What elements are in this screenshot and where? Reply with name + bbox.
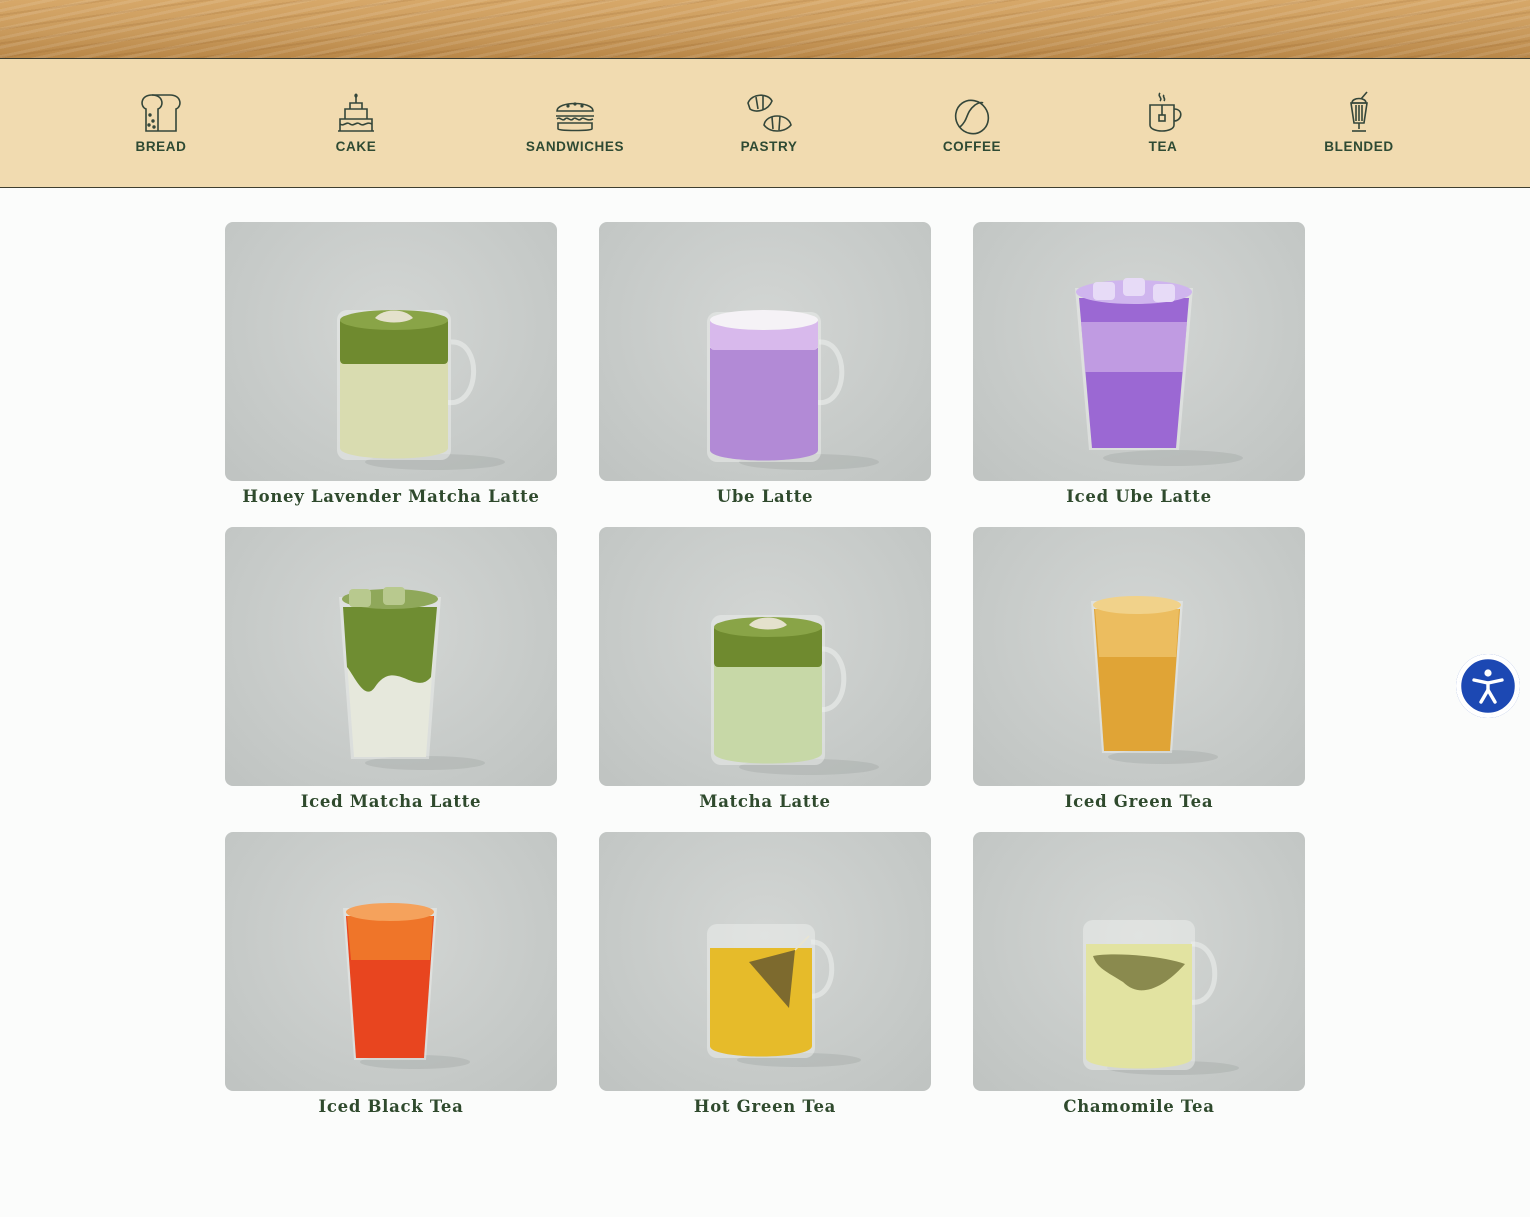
product-name: Iced Ube Latte <box>1066 487 1212 506</box>
product-name: Hot Green Tea <box>693 1097 837 1116</box>
product-card[interactable]: Hot Green Tea <box>599 832 931 1132</box>
product-name: Honey Lavender Matcha Latte <box>242 487 540 506</box>
product-name: Matcha Latte <box>699 792 831 811</box>
tea-cup-icon <box>1138 91 1188 135</box>
product-card[interactable]: Iced Matcha Latte <box>225 527 557 827</box>
category-pastry[interactable]: PASTRY <box>694 59 844 187</box>
product-card[interactable]: Iced Black Tea <box>225 832 557 1132</box>
product-image <box>973 222 1305 481</box>
category-sandwiches[interactable]: SANDWICHES <box>500 59 650 187</box>
product-image <box>225 222 557 481</box>
product-card[interactable]: Chamomile Tea <box>973 832 1305 1132</box>
product-image <box>599 527 931 786</box>
product-image <box>973 832 1305 1091</box>
product-card[interactable]: Iced Ube Latte <box>973 222 1305 522</box>
product-name: Iced Green Tea <box>1064 792 1214 811</box>
croissant-icon <box>744 91 794 135</box>
cake-icon <box>331 91 381 135</box>
header-wood-banner <box>0 0 1530 59</box>
category-cake[interactable]: CAKE <box>281 59 431 187</box>
product-image <box>225 527 557 786</box>
product-card[interactable]: Honey Lavender Matcha Latte <box>225 222 557 522</box>
category-bread[interactable]: BREAD <box>86 59 236 187</box>
category-coffee[interactable]: COFFEE <box>897 59 1047 187</box>
product-name: Iced Black Tea <box>318 1097 464 1116</box>
category-label: PASTRY <box>740 139 798 154</box>
product-image <box>225 832 557 1091</box>
category-label: BLENDED <box>1324 139 1394 154</box>
bread-icon <box>136 91 186 135</box>
blended-drink-icon <box>1334 91 1384 135</box>
category-label: CAKE <box>335 139 377 154</box>
accessibility-person-icon <box>1456 656 1520 722</box>
product-name: Chamomile Tea <box>1063 1097 1215 1116</box>
coffee-bean-icon <box>947 91 997 135</box>
product-image <box>599 222 931 481</box>
category-tea[interactable]: TEA <box>1088 59 1238 187</box>
accessibility-button[interactable] <box>1456 654 1520 718</box>
product-image <box>599 832 931 1091</box>
category-nav: BREAD CAKE SANDWICHES PASTRY COFFEE TEA … <box>0 59 1530 188</box>
product-card[interactable]: Matcha Latte <box>599 527 931 827</box>
category-label: BREAD <box>135 139 187 154</box>
product-image <box>973 527 1305 786</box>
category-label: TEA <box>1148 139 1178 154</box>
category-label: SANDWICHES <box>525 139 625 154</box>
category-blended[interactable]: BLENDED <box>1284 59 1434 187</box>
sandwich-icon <box>550 91 600 135</box>
product-card[interactable]: Ube Latte <box>599 222 931 522</box>
product-name: Ube Latte <box>716 487 814 506</box>
product-name: Iced Matcha Latte <box>300 792 482 811</box>
category-label: COFFEE <box>942 139 1002 154</box>
product-card[interactable]: Iced Green Tea <box>973 527 1305 827</box>
